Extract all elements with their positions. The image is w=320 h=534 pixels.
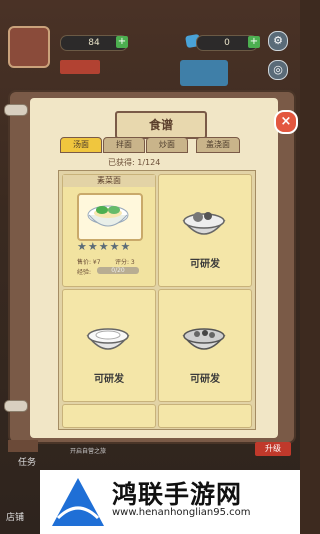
tab-fried-noodles[interactable]: 炒面 <box>146 137 188 153</box>
recipe-card-locked[interactable]: 可研发 <box>158 289 252 402</box>
brand-logo-icon <box>52 478 104 526</box>
avatar[interactable] <box>8 26 50 68</box>
book-bottom-ribbon <box>8 440 38 452</box>
recipe-card-locked[interactable] <box>62 404 156 428</box>
star-icon: ★ <box>109 240 121 253</box>
binding-ring-bottom <box>4 400 28 412</box>
gear-icon[interactable]: ⚙ <box>268 31 288 51</box>
tab-soup-noodles[interactable]: 汤面 <box>60 137 102 153</box>
recipe-book-title: 食谱 <box>115 111 207 139</box>
star-icon: ★ <box>98 240 110 253</box>
recipe-card-locked[interactable] <box>158 404 252 428</box>
research-available-label: 可研发 <box>190 374 220 385</box>
recipe-card-locked[interactable]: 可研发 <box>62 289 156 402</box>
add-gems-button[interactable]: + <box>248 36 260 48</box>
star-icon: ★ <box>77 240 88 253</box>
vending-machine <box>180 60 228 86</box>
add-coins-button[interactable]: + <box>116 36 128 48</box>
research-available-label: 可研发 <box>190 259 220 270</box>
settings-secondary-icon[interactable]: ◎ <box>268 60 288 80</box>
exp-progress-bar: 0/20 <box>97 267 139 274</box>
binding-ring-top <box>4 104 28 116</box>
tab-mixed-noodles[interactable]: 拌面 <box>103 137 145 153</box>
store-label[interactable]: 店铺 <box>6 510 24 523</box>
upgrade-button[interactable]: 升级 <box>255 442 291 456</box>
vegetable-noodle-bowl-icon <box>87 205 129 227</box>
watermark-brand: 鸿联手游网 <box>112 480 243 509</box>
braised-noodle-bowl-icon <box>182 328 226 350</box>
star-rating: ★★★★★ <box>77 241 141 253</box>
exp-label: 经验: <box>77 269 92 276</box>
star-icon: ★ <box>87 240 99 253</box>
research-available-label: 可研发 <box>94 374 124 385</box>
recipe-score: 评分: 3 <box>115 259 135 266</box>
mushroom-noodle-bowl-icon <box>182 212 226 235</box>
star-icon: ★ <box>120 240 132 253</box>
task-label[interactable]: 任务 <box>18 455 36 468</box>
plain-noodle-bowl-icon <box>86 328 130 350</box>
recipe-card-locked[interactable]: 可研发 <box>158 174 252 287</box>
watermark-url: www.henanhonglian95.com <box>112 507 251 518</box>
exp-progress-text: 0/20 <box>111 267 125 274</box>
collected-count: 已获得: 1/124 <box>108 158 161 167</box>
recipe-price: 售价: ¥7 <box>77 259 101 266</box>
recipe-name: 素菜面 <box>63 175 155 187</box>
shop-sign-text: 开启自营之旅 <box>70 448 107 455</box>
shop-sign <box>60 60 100 74</box>
tab-topping-noodles[interactable]: 盖浇面 <box>196 137 240 153</box>
close-button[interactable]: × <box>274 110 298 134</box>
recipe-card-vegetable-noodles[interactable]: 素菜面 ★★★★★ 售价: ¥7 评分: 3 经验: 0/20 <box>62 174 156 287</box>
